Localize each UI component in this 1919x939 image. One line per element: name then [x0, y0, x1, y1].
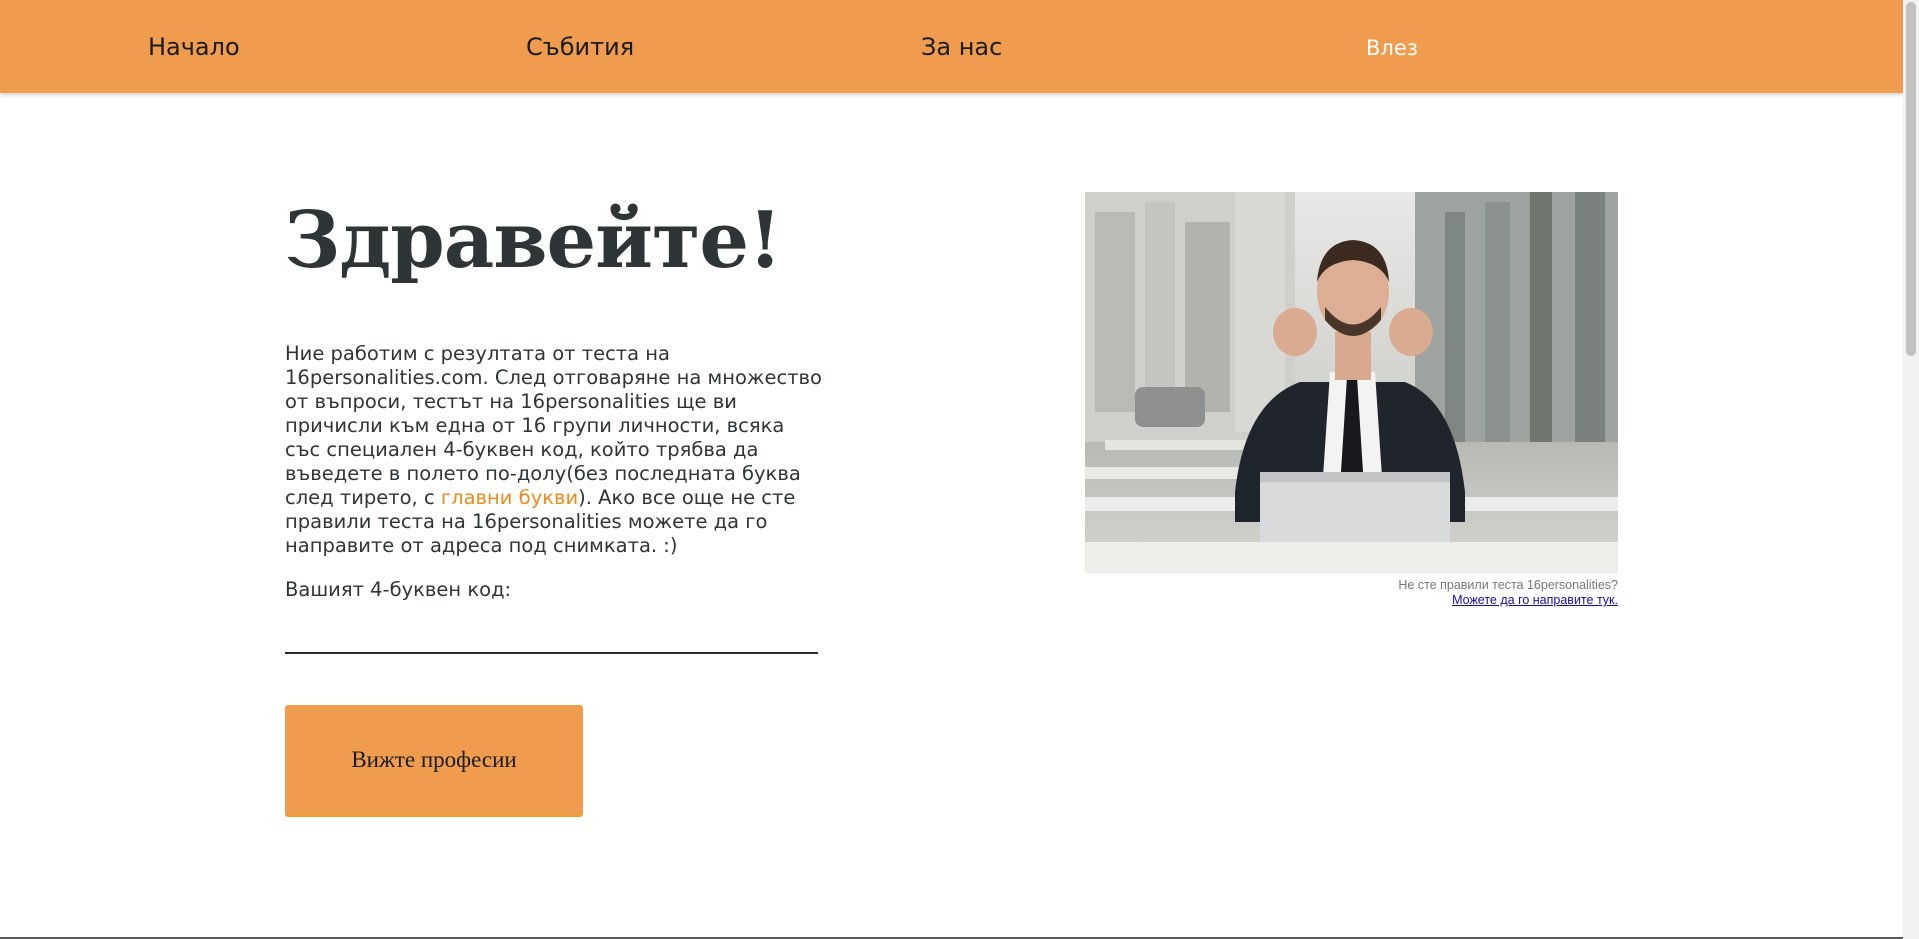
scrollbar-thumb[interactable]	[1906, 2, 1916, 356]
personality-code-input[interactable]	[285, 612, 818, 654]
top-navbar: Начало Събития За нас Влез	[0, 0, 1903, 93]
intro-paragraph: Ние работим с резултата от теста на 16pe…	[285, 342, 825, 558]
nav-link-events[interactable]: Събития	[526, 33, 634, 61]
code-field-label: Вашият 4-буквен код:	[285, 578, 512, 601]
hero-photo	[1085, 192, 1618, 573]
caption-text: Не сте правили теста 16personalities?	[1398, 578, 1618, 592]
see-professions-button[interactable]: Вижте професии	[285, 705, 583, 817]
nav-link-login[interactable]: Влез	[1366, 36, 1418, 60]
intro-highlight: главни букви	[440, 486, 579, 509]
page-title: Здравейте!	[284, 195, 782, 286]
photo-caption: Не сте правили теста 16personalities? Мо…	[1085, 578, 1618, 608]
nav-link-about[interactable]: За нас	[921, 33, 1002, 61]
nav-link-home[interactable]: Начало	[148, 33, 240, 61]
page-scrollbar[interactable]	[1903, 0, 1919, 939]
take-test-link[interactable]: Можете да го направите тук.	[1452, 593, 1618, 607]
intro-text-start: Ние работим с резултата от теста на 16pe…	[285, 342, 822, 509]
